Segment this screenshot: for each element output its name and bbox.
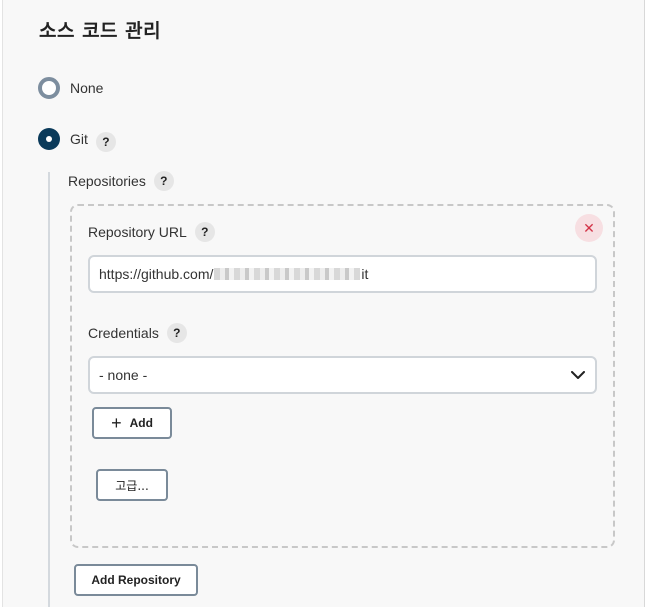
scm-option-none[interactable]: None xyxy=(38,77,103,99)
radio-none[interactable] xyxy=(38,77,60,99)
advanced-button[interactable]: 고급... xyxy=(96,469,168,501)
radio-label-none: None xyxy=(70,80,104,96)
redacted-blur xyxy=(214,268,361,280)
repositories-label-row: Repositories ? xyxy=(68,171,174,191)
credentials-label: Credentials xyxy=(88,325,159,341)
repositories-label: Repositories xyxy=(68,173,146,189)
repository-url-label: Repository URL xyxy=(88,224,187,240)
add-repository-button[interactable]: Add Repository xyxy=(74,564,198,596)
repositories-help-icon[interactable]: ? xyxy=(153,171,174,191)
credentials-label-row: Credentials ? xyxy=(88,323,187,343)
add-credentials-label: Add xyxy=(129,416,153,430)
add-credentials-button[interactable]: + Add xyxy=(92,407,172,439)
repository-url-input[interactable]: https://github.com/it xyxy=(88,255,597,293)
repository-url-value-suffix: it xyxy=(361,266,369,282)
radio-label-git: Git xyxy=(70,131,88,147)
git-section-divider xyxy=(48,172,50,607)
repository-url-help-icon[interactable]: ? xyxy=(194,222,215,242)
repository-url-value-prefix: https://github.com/ xyxy=(99,266,214,282)
delete-repository-button[interactable]: ✕ xyxy=(575,214,603,242)
scm-panel: 소스 코드 관리 None Git ? Repositories ? ✕ Rep… xyxy=(2,0,645,607)
repository-url-label-row: Repository URL ? xyxy=(88,222,215,242)
chevron-down-icon xyxy=(571,370,585,379)
radio-git[interactable] xyxy=(38,128,60,150)
credentials-help-icon[interactable]: ? xyxy=(166,323,187,343)
git-help-icon[interactable]: ? xyxy=(95,132,116,152)
plus-icon: + xyxy=(111,413,122,433)
scm-option-git[interactable]: Git ? xyxy=(38,126,116,152)
credentials-select[interactable]: - none - xyxy=(88,356,597,394)
credentials-selected: - none - xyxy=(99,367,148,383)
section-title: 소스 코드 관리 xyxy=(39,20,162,42)
